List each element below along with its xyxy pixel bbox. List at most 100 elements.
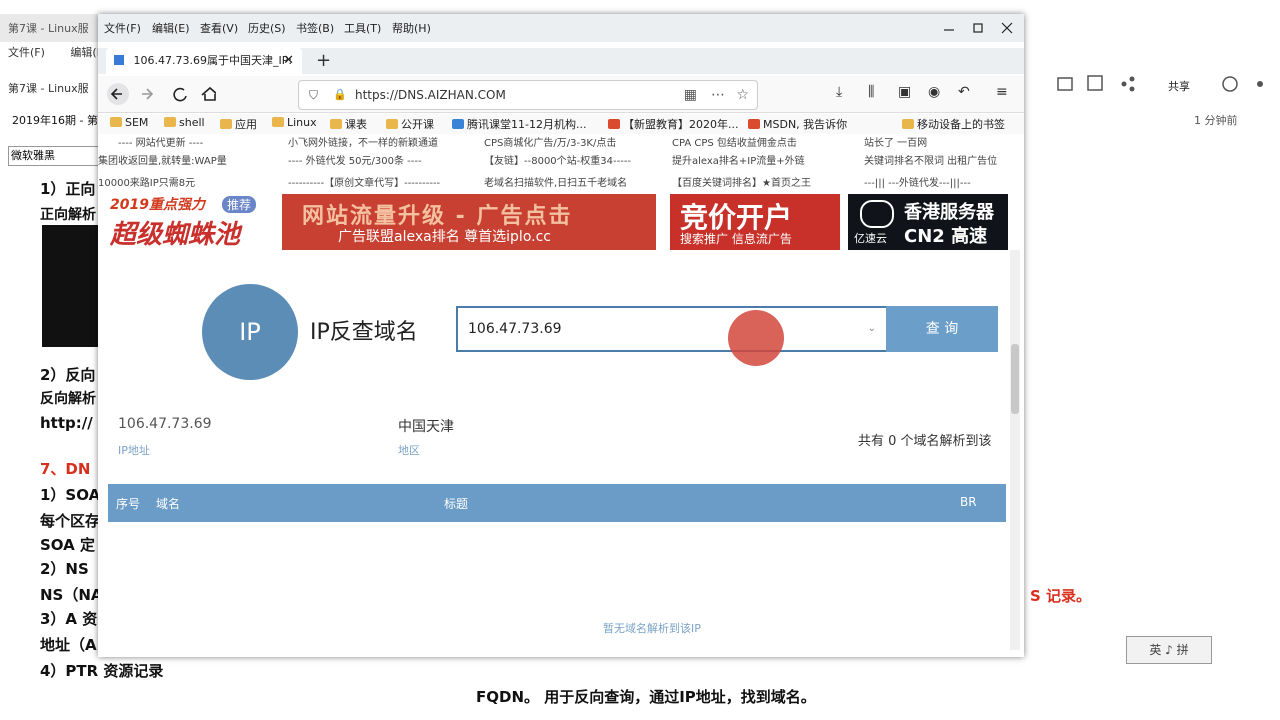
tab-aizhan[interactable]: 106.47.73.69属于中国天津_IP: ✕ bbox=[106, 48, 302, 74]
banner-yisu-cloud[interactable]: 亿速云 香港服务器 CN2 高速 bbox=[848, 194, 1008, 250]
ad-link[interactable]: 关键词排名不限词 出租广告位 bbox=[864, 152, 997, 167]
sidebar-icon[interactable]: ▣ bbox=[898, 84, 911, 100]
ad-link[interactable]: 10000来路IP只需8元 bbox=[98, 174, 195, 189]
doc-line: 1）SOA bbox=[40, 486, 101, 504]
tencent-icon bbox=[452, 119, 464, 129]
scrollbar-thumb[interactable] bbox=[1011, 344, 1019, 414]
home-icon[interactable] bbox=[201, 86, 216, 101]
bookmark-tencent[interactable]: 腾讯课堂11-12月机构... bbox=[452, 116, 586, 132]
banner-traffic-upgrade[interactable]: 网站流量升级 - 广告点击 广告联盟alexa排名 尊首选iplo.cc bbox=[282, 194, 656, 250]
ad-link[interactable]: CPA CPS 包结收益佣金点击 bbox=[672, 134, 797, 149]
ad-link[interactable]: ---- 网站代更新 ---- bbox=[118, 134, 203, 149]
ad-link[interactable]: CPS商城化广告/万/3-3K/点击 bbox=[484, 134, 616, 149]
url-bar[interactable]: ⛉ 🔒 https://DNS.AIZHAN.COM ▦ ⋯ ☆ bbox=[298, 80, 758, 110]
menu-view[interactable]: 查看(V) bbox=[200, 20, 238, 36]
forward-icon[interactable] bbox=[142, 88, 154, 100]
doc-line: 4）PTR 资源记录 bbox=[40, 662, 164, 680]
menu-file[interactable]: 文件(F) bbox=[104, 20, 141, 36]
font-select[interactable]: 微软雅黑 bbox=[8, 146, 102, 166]
bookmark-mobile[interactable]: 移动设备上的书签 bbox=[902, 116, 1005, 132]
folder-icon bbox=[330, 119, 342, 129]
bookmark-msdn[interactable]: MSDN, 我告诉你 bbox=[748, 116, 847, 132]
ad-link[interactable]: ---||| ---外链代发---|||--- bbox=[864, 174, 971, 189]
bookmark-sem[interactable]: SEM bbox=[110, 116, 148, 129]
ad-link[interactable]: 老域名扫描软件,日扫五千老域名 bbox=[484, 174, 627, 189]
doc-line: FQDN。 用于反向查询，通过IP地址，找到域名。 bbox=[476, 688, 816, 706]
bg-menu-file[interactable]: 文件(F) bbox=[8, 46, 45, 59]
bookmark-apps[interactable]: 应用 bbox=[220, 116, 257, 132]
undo-icon[interactable]: ↶ bbox=[958, 84, 970, 100]
background-doc-item[interactable]: 2019年16期 - 第 bbox=[12, 112, 98, 128]
menu-icon[interactable]: ≡ bbox=[996, 84, 1008, 100]
cloud-icon bbox=[860, 200, 894, 228]
maximize-icon[interactable] bbox=[973, 23, 983, 33]
ad-link[interactable]: 提升alexa排名+IP流量+外链 bbox=[672, 152, 805, 167]
menu-help[interactable]: 帮助(H) bbox=[392, 20, 431, 36]
ip-logo-icon: IP bbox=[202, 284, 298, 380]
ip-input-value: 106.47.73.69 bbox=[468, 321, 562, 337]
result-table-header: 序号 域名 标题 BR bbox=[108, 484, 1006, 522]
reload-icon[interactable] bbox=[173, 87, 187, 102]
qr-icon[interactable]: ▦ bbox=[684, 81, 697, 109]
result-location-label: 地区 bbox=[398, 444, 420, 457]
tab-close-icon[interactable]: ✕ bbox=[283, 48, 294, 74]
query-button[interactable]: 查 询 bbox=[886, 306, 998, 352]
folder-icon bbox=[902, 119, 914, 129]
result-ip-label: IP地址 bbox=[118, 444, 150, 457]
ad-link[interactable]: ----------【原创文章代写】---------- bbox=[288, 174, 440, 189]
doc-red-text: S 记录。 bbox=[1030, 587, 1092, 605]
menu-edit[interactable]: 编辑(E) bbox=[152, 20, 190, 36]
doc-line: 每个区存 bbox=[40, 512, 101, 530]
result-location-value: 中国天津 bbox=[398, 419, 454, 435]
ad-link[interactable]: 集团收返回量,就转量:WAP量 bbox=[98, 152, 227, 167]
bookmark-shell[interactable]: shell bbox=[164, 116, 205, 129]
banner-text: 2019重点强力 bbox=[110, 197, 205, 213]
empty-result-message: 暂无域名解析到该IP bbox=[603, 622, 701, 635]
doc-line: 1）正向 bbox=[40, 180, 96, 198]
favicon-icon bbox=[114, 55, 124, 65]
browser-window: 文件(F) 编辑(E) 查看(V) 历史(S) 书签(B) 工具(T) 帮助(H… bbox=[98, 14, 1024, 657]
folder-icon bbox=[272, 117, 284, 127]
folder-icon bbox=[220, 119, 232, 129]
bookmark-open-class[interactable]: 公开课 bbox=[386, 116, 434, 132]
ad-link[interactable]: 小飞网外链接，不一样的新颖通道 bbox=[288, 134, 438, 149]
ad-link[interactable]: 【友链】--8000个站-权重34----- bbox=[484, 152, 631, 167]
folder-icon bbox=[386, 119, 398, 129]
banner-bidding-account[interactable]: 竞价开户 搜索推广 信息流广告 bbox=[670, 194, 840, 250]
download-icon[interactable]: ⤓ bbox=[836, 84, 842, 100]
col-index: 序号 bbox=[116, 497, 141, 511]
result-ip-value: 106.47.73.69 bbox=[118, 416, 212, 432]
shield-icon[interactable]: ⛉ bbox=[309, 81, 318, 109]
ime-indicator[interactable]: 英 ♪ 拼 bbox=[1126, 636, 1212, 664]
account-icon[interactable]: ◉ bbox=[928, 84, 940, 100]
background-right-toolbar bbox=[1024, 60, 1280, 112]
bookmark-linux[interactable]: Linux bbox=[272, 116, 317, 129]
more-actions-icon[interactable]: ⋯ bbox=[711, 81, 725, 109]
bookmark-star-icon[interactable]: ☆ bbox=[736, 81, 749, 109]
result-count: 共有 0 个域名解析到该 bbox=[858, 434, 992, 449]
menu-tools[interactable]: 工具(T) bbox=[344, 20, 381, 36]
toolbar-icons bbox=[1057, 75, 1263, 92]
share-button[interactable]: 共享 bbox=[1168, 78, 1190, 94]
background-doc-title[interactable]: 第7课 - Linux服 bbox=[8, 80, 89, 96]
close-icon[interactable] bbox=[1001, 22, 1013, 34]
menu-history[interactable]: 历史(S) bbox=[248, 20, 286, 36]
background-tab[interactable]: 第7课 - Linux服 bbox=[8, 20, 89, 36]
browser-menubar: 文件(F) 编辑(E) 查看(V) 历史(S) 书签(B) 工具(T) 帮助(H… bbox=[98, 14, 1024, 42]
chevron-down-icon[interactable]: ⌄ bbox=[868, 308, 876, 350]
page-title: IP反查域名 bbox=[310, 320, 418, 345]
ad-link[interactable]: ---- 外链代发 50元/300条 ---- bbox=[288, 152, 422, 167]
library-icon[interactable]: ⫼ bbox=[868, 84, 874, 100]
bookmark-xinmeng[interactable]: 【新盟教育】2020年... bbox=[608, 116, 738, 132]
menu-bookmarks[interactable]: 书签(B) bbox=[296, 20, 334, 36]
new-tab-icon[interactable]: + bbox=[316, 50, 331, 71]
bookmark-schedule[interactable]: 课表 bbox=[330, 116, 367, 132]
banner-spider-pool[interactable]: 2019重点强力 推荐 超级蜘蛛池 bbox=[104, 194, 264, 250]
doc-line: http:// bbox=[40, 414, 93, 432]
ip-search-input[interactable]: 106.47.73.69 ⌄ bbox=[456, 306, 888, 352]
ad-link[interactable]: 站长了 一百网 bbox=[864, 134, 927, 149]
ad-link[interactable]: 【百度关键词排名】★首页之王 bbox=[672, 174, 811, 189]
lock-icon[interactable]: 🔒 bbox=[333, 81, 347, 109]
scrollbar-track[interactable] bbox=[1010, 250, 1020, 650]
recommend-badge: 推荐 bbox=[222, 196, 257, 213]
